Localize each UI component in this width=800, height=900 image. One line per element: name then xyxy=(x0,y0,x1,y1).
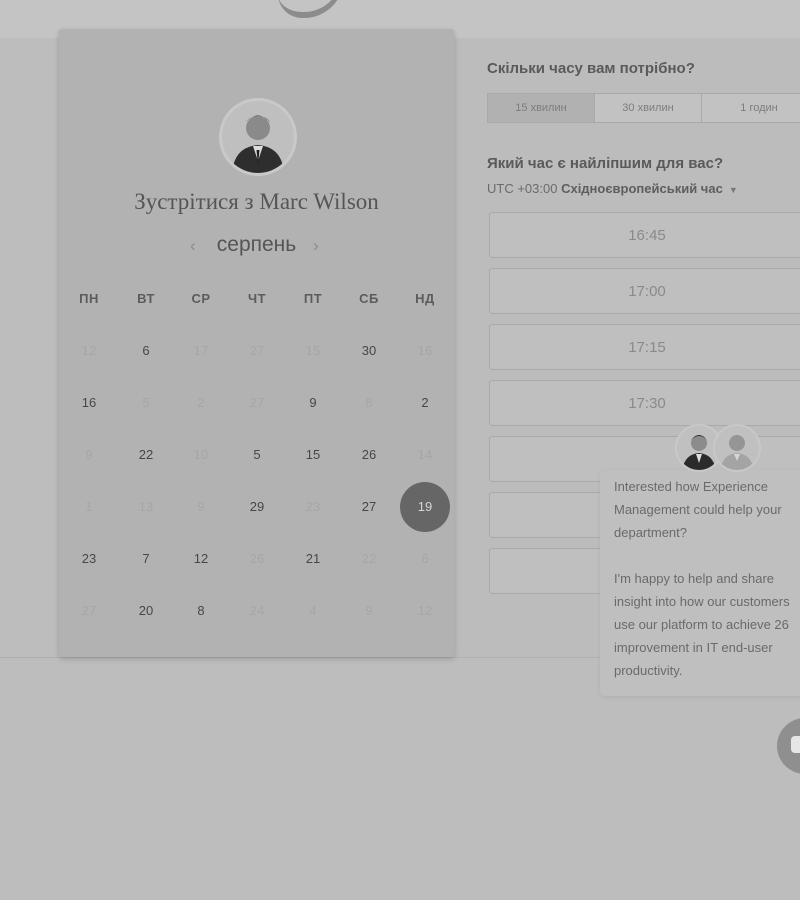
chat-line: department? xyxy=(614,525,687,540)
calendar-card: Зустрітися з Marc Wilson ‹ серпень › ПН В… xyxy=(59,29,454,657)
calendar-day-unavailable: 14 xyxy=(417,447,433,462)
time-slot[interactable]: 17:00 xyxy=(489,268,800,314)
chat-bubble-icon[interactable] xyxy=(777,718,800,774)
meeting-title: Зустрітися з Marc Wilson xyxy=(134,189,379,214)
calendar-day-unavailable: 9 xyxy=(365,603,373,618)
calendar-day[interactable]: 2 xyxy=(405,393,445,413)
time-slot-label: 17:30 xyxy=(628,395,666,412)
timezone-selector[interactable]: UTC +03:00 Східноєвропейський час ▼ xyxy=(487,181,738,196)
chat-agent-avatars xyxy=(675,424,765,472)
calendar-day[interactable]: 9 xyxy=(293,393,333,413)
chat-message: Interested how Experience Management cou… xyxy=(614,475,800,682)
calendar-day[interactable]: 16 xyxy=(69,393,109,413)
calendar-day-unavailable: 2 xyxy=(197,395,205,410)
calendar-day-unavailable: 9 xyxy=(197,499,205,514)
calendar-day[interactable]: 15 xyxy=(293,445,333,465)
weekday-label: ПТ xyxy=(303,291,323,306)
calendar-day[interactable]: 12 xyxy=(181,549,221,569)
calendar-day[interactable]: 26 xyxy=(349,445,389,465)
duration-option-15[interactable]: 15 хвилин xyxy=(487,93,595,123)
calendar-day-unavailable: 15 xyxy=(305,343,321,358)
calendar-day-unavailable: 23 xyxy=(305,499,321,514)
chat-message-card[interactable]: Interested how Experience Management cou… xyxy=(600,470,800,696)
duration-tabs: 15 хвилин 30 хвилин 1 годин xyxy=(487,93,800,123)
timezone-name: Східноєвропейський час xyxy=(561,181,723,196)
calendar-day-unavailable: 24 xyxy=(249,603,265,618)
chat-line: improvement in IT end-user xyxy=(614,640,773,655)
calendar-day-unavailable: 27 xyxy=(249,395,265,410)
chevron-right-icon[interactable]: › xyxy=(313,236,319,256)
time-slot[interactable]: 17:30 xyxy=(489,380,800,426)
calendar-day-unavailable: 6 xyxy=(421,551,429,566)
calendar-day-selected[interactable]: 19 xyxy=(400,482,450,532)
time-slot[interactable]: 17:15 xyxy=(489,324,800,370)
month-navigation: ‹ серпень › xyxy=(59,233,454,261)
calendar-day-unavailable: 10 xyxy=(193,447,209,462)
time-slot-label: 17:00 xyxy=(628,283,666,300)
calendar-day-unavailable: 17 xyxy=(193,343,209,358)
calendar-day-unavailable: 13 xyxy=(138,499,154,514)
time-slot[interactable]: 16:45 xyxy=(489,212,800,258)
brand-logo-icon xyxy=(278,0,344,18)
chat-line: insight into how our customers xyxy=(614,594,790,609)
calendar-day-unavailable: 12 xyxy=(417,603,433,618)
duration-option-60[interactable]: 1 годин xyxy=(701,93,800,123)
calendar-day[interactable]: 23 xyxy=(69,549,109,569)
caret-down-icon: ▼ xyxy=(728,185,738,195)
weekday-label: СБ xyxy=(359,291,379,306)
time-slot-label: 17:15 xyxy=(628,339,666,356)
chevron-left-icon[interactable]: ‹ xyxy=(190,236,196,256)
weekday-label: ВТ xyxy=(137,291,155,306)
chat-line: I'm happy to help and share xyxy=(614,571,775,586)
agent-avatar-icon xyxy=(713,424,761,472)
time-slot-label: 16:45 xyxy=(628,227,666,244)
duration-option-30[interactable]: 30 хвилин xyxy=(594,93,702,123)
calendar-day-unavailable: 27 xyxy=(81,603,97,618)
calendar-day-unavailable: 26 xyxy=(249,551,265,566)
calendar-day-unavailable: 1 xyxy=(85,499,93,514)
calendar-day-unavailable: 12 xyxy=(81,343,97,358)
time-question: Який час є найліпшим для вас? xyxy=(487,155,724,172)
calendar-day-unavailable: 9 xyxy=(85,447,93,462)
weekday-label: СР xyxy=(191,291,211,306)
calendar-day[interactable]: 6 xyxy=(126,341,166,361)
calendar-day[interactable]: 8 xyxy=(181,601,221,621)
calendar-day[interactable]: 29 xyxy=(237,497,277,517)
calendar-day-unavailable: 4 xyxy=(309,603,317,618)
chat-line: Management could help your xyxy=(614,502,782,517)
calendar-day-unavailable: 8 xyxy=(365,395,373,410)
chat-line: use our platform to achieve 26 xyxy=(614,617,789,632)
timezone-offset: UTC +03:00 xyxy=(487,181,558,196)
weekday-label: НД xyxy=(415,291,435,306)
calendar-day[interactable]: 21 xyxy=(293,549,333,569)
calendar-day-unavailable: 27 xyxy=(249,343,265,358)
calendar-day[interactable]: 20 xyxy=(126,601,166,621)
calendar-day[interactable]: 7 xyxy=(126,549,166,569)
weekday-label: ЧТ xyxy=(247,291,267,306)
calendar-day-unavailable: 16 xyxy=(417,343,433,358)
chat-line: Interested how Experience xyxy=(614,479,768,494)
calendar-day[interactable]: 27 xyxy=(349,497,389,517)
chat-line: productivity. xyxy=(614,663,683,678)
calendar-day[interactable]: 30 xyxy=(349,341,389,361)
calendar-day[interactable]: 5 xyxy=(237,445,277,465)
calendar-day-unavailable: 5 xyxy=(142,395,150,410)
month-label: серпень xyxy=(216,233,297,256)
duration-question: Скільки часу вам потрібно? xyxy=(487,60,695,77)
calendar-day[interactable]: 22 xyxy=(126,445,166,465)
calendar-day-unavailable: 22 xyxy=(361,551,377,566)
person-avatar-icon xyxy=(219,98,297,176)
weekday-label: ПН xyxy=(79,291,99,306)
